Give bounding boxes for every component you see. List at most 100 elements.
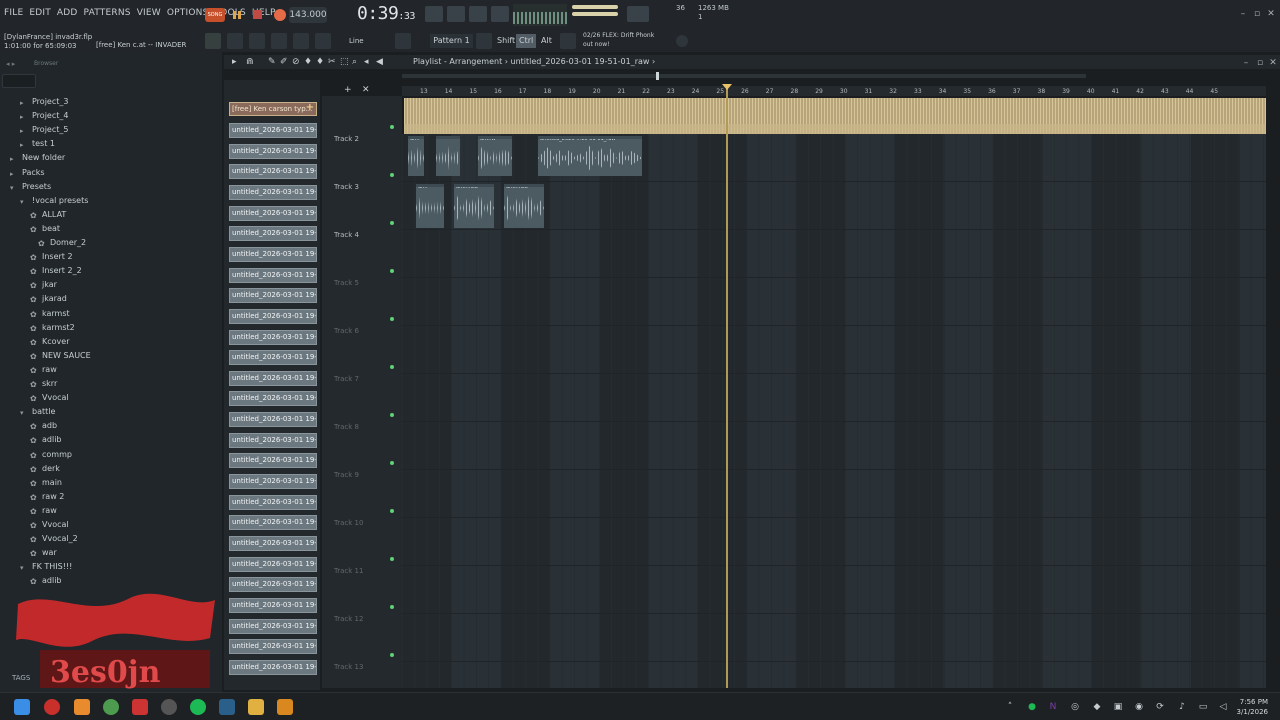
delete-tool-icon[interactable]: ⊘ bbox=[292, 57, 302, 67]
magnet-icon[interactable]: ⋒ bbox=[246, 57, 256, 67]
track-label[interactable]: Track 7 bbox=[334, 375, 359, 383]
browser-item[interactable]: karmst2 bbox=[30, 321, 75, 335]
playhead-marker[interactable] bbox=[722, 84, 732, 90]
picker-clip[interactable]: untitled_2026-03-01 19-... bbox=[229, 308, 317, 324]
track-label[interactable]: Track 3 bbox=[334, 183, 359, 191]
menu-file[interactable]: FILE bbox=[4, 8, 23, 18]
chrome-icon[interactable] bbox=[103, 699, 119, 715]
browser-item[interactable]: Project_5 bbox=[20, 123, 68, 137]
shift-key[interactable]: Shift bbox=[494, 34, 518, 48]
pattern-add-icon[interactable] bbox=[476, 33, 492, 49]
track-mute-led[interactable] bbox=[390, 365, 394, 369]
pause-button[interactable] bbox=[229, 7, 245, 23]
online-status-icon[interactable] bbox=[676, 35, 688, 47]
browser-item[interactable]: skrr bbox=[30, 377, 57, 391]
track-label[interactable]: Track 11 bbox=[334, 567, 363, 575]
menu-patterns[interactable]: PATTERNS bbox=[84, 8, 131, 18]
plus-icon[interactable]: + bbox=[344, 85, 354, 95]
browser-item[interactable]: raw bbox=[30, 504, 57, 518]
maximize-icon[interactable]: ▫ bbox=[1252, 9, 1262, 19]
picker-clip[interactable]: untitled_2026-03-01 19-... bbox=[229, 536, 317, 551]
master-volume-sliders[interactable] bbox=[572, 5, 618, 23]
track-label[interactable]: Track 2 bbox=[334, 135, 359, 143]
picker-clip[interactable]: untitled_2026-03-01 19-... bbox=[229, 412, 317, 428]
track-mute-led[interactable] bbox=[390, 269, 394, 273]
select-tool-icon[interactable]: ⬚ bbox=[340, 57, 350, 67]
tray-icon[interactable]: ◎ bbox=[1070, 702, 1080, 712]
picker-clip[interactable]: untitled_2026-03-01 19-... bbox=[229, 577, 317, 593]
browser-item[interactable]: Project_3 bbox=[20, 95, 68, 109]
clip[interactable] bbox=[436, 136, 460, 176]
browser-item[interactable]: raw 2 bbox=[30, 490, 64, 504]
clip[interactable]: un.. bbox=[408, 136, 424, 176]
browser-item[interactable]: karmst bbox=[30, 307, 70, 321]
playlist-maximize-icon[interactable]: ▫ bbox=[1255, 58, 1265, 68]
picker-clip[interactable]: untitled_2026-03-01 19-... bbox=[229, 453, 317, 469]
channel-rack-icon[interactable] bbox=[271, 33, 287, 49]
clip[interactable]: un.. bbox=[416, 184, 444, 228]
browser-item[interactable]: Vvocal_2 bbox=[30, 532, 78, 546]
track-mute-led[interactable] bbox=[390, 221, 394, 225]
browser-item[interactable]: test 1 bbox=[20, 137, 55, 151]
browser-search-input[interactable] bbox=[2, 74, 36, 88]
browser-back-icon[interactable]: ◂ ▸ bbox=[6, 60, 15, 68]
browser-item[interactable]: ALLAT bbox=[30, 208, 66, 222]
browser-item[interactable]: jkarad bbox=[30, 292, 67, 306]
browser-item[interactable]: !vocal presets bbox=[20, 194, 88, 208]
mute-tool-icon[interactable]: ♦ bbox=[304, 57, 314, 67]
volume-icon[interactable]: ◁ bbox=[1218, 702, 1228, 712]
alt-key[interactable]: Alt bbox=[538, 34, 555, 48]
spotify-icon[interactable] bbox=[190, 699, 206, 715]
clip[interactable]: unti..raw bbox=[454, 184, 494, 228]
browser-item[interactable]: raw bbox=[30, 363, 57, 377]
step-edit-icon[interactable] bbox=[447, 6, 465, 22]
picker-clip[interactable]: untitled_2026-03-01 19-... bbox=[229, 205, 317, 221]
snap-mode-select[interactable]: Line bbox=[349, 37, 364, 45]
menu-view[interactable]: VIEW bbox=[137, 8, 161, 18]
picker-clip[interactable]: untitled_2026-03-01 19-... bbox=[229, 164, 317, 180]
tray-icon[interactable]: ⟳ bbox=[1155, 702, 1165, 712]
clip[interactable]: unti..raw bbox=[504, 184, 544, 228]
picker-pattern[interactable]: [free] Ken carson typ... bbox=[229, 102, 317, 116]
loop-record-icon[interactable] bbox=[491, 6, 509, 22]
picker-clip[interactable]: untitled_2026-03-01 19-... bbox=[229, 639, 317, 655]
fl-studio-icon[interactable] bbox=[277, 699, 293, 715]
browser-item[interactable]: Domer_2 bbox=[38, 236, 86, 250]
track-mute-led[interactable] bbox=[390, 125, 394, 129]
picker-clip[interactable]: untitled_2026-03-01 19-... bbox=[229, 556, 317, 572]
picker-clip[interactable]: untitled_2026-03-01 19-... bbox=[229, 659, 317, 675]
track-label[interactable]: Track 13 bbox=[334, 663, 363, 671]
network-icon[interactable]: ▭ bbox=[1198, 702, 1208, 712]
obs-icon[interactable] bbox=[161, 699, 177, 715]
slip-tool-icon[interactable]: ♦ bbox=[316, 57, 326, 67]
browser-item[interactable]: NEW SAUCE bbox=[30, 349, 91, 363]
song-position-slider[interactable] bbox=[402, 74, 1086, 78]
picker-clip[interactable]: untitled_2026-03-01 19-... bbox=[229, 246, 317, 262]
playlist-menu-icon[interactable]: ▸ bbox=[232, 57, 242, 67]
brush-icon[interactable]: ✐ bbox=[280, 57, 290, 67]
browser-item[interactable]: beat bbox=[30, 222, 60, 236]
browser-item[interactable]: Kcover bbox=[30, 335, 69, 349]
playlist-icon[interactable] bbox=[227, 33, 243, 49]
picker-clip[interactable]: untitled_2026-03-01 19-... bbox=[229, 618, 317, 634]
minimize-icon[interactable]: – bbox=[1238, 9, 1248, 19]
browser-item[interactable]: Insert 2_2 bbox=[30, 264, 82, 278]
snap-icon[interactable] bbox=[205, 33, 221, 49]
picker-clip[interactable]: untitled_2026-03-01 19-... bbox=[229, 432, 317, 448]
track-label[interactable]: Track 8 bbox=[334, 423, 359, 431]
browser-item[interactable]: commp bbox=[30, 448, 72, 462]
track-label[interactable]: Track 6 bbox=[334, 327, 359, 335]
picker-clip[interactable]: untitled_2026-03-01 19-... bbox=[229, 370, 317, 386]
browser-item[interactable]: Vvocal bbox=[30, 391, 69, 405]
browser-item[interactable]: main bbox=[30, 476, 62, 490]
windows-start-icon[interactable] bbox=[14, 699, 30, 715]
app-icon[interactable] bbox=[44, 699, 60, 715]
picker-clip[interactable]: untitled_2026-03-01 19-... bbox=[229, 515, 317, 531]
zoom-tool-icon[interactable]: ⌕ bbox=[352, 57, 362, 67]
folder-icon[interactable] bbox=[248, 699, 264, 715]
picker-clip[interactable]: untitled_2026-03-01 19-... bbox=[229, 391, 317, 407]
tray-spotify-icon[interactable]: ● bbox=[1027, 702, 1037, 712]
menu-add[interactable]: ADD bbox=[57, 8, 78, 18]
metronome-icon[interactable] bbox=[425, 6, 443, 22]
browser-item[interactable]: Insert 2 bbox=[30, 250, 73, 264]
